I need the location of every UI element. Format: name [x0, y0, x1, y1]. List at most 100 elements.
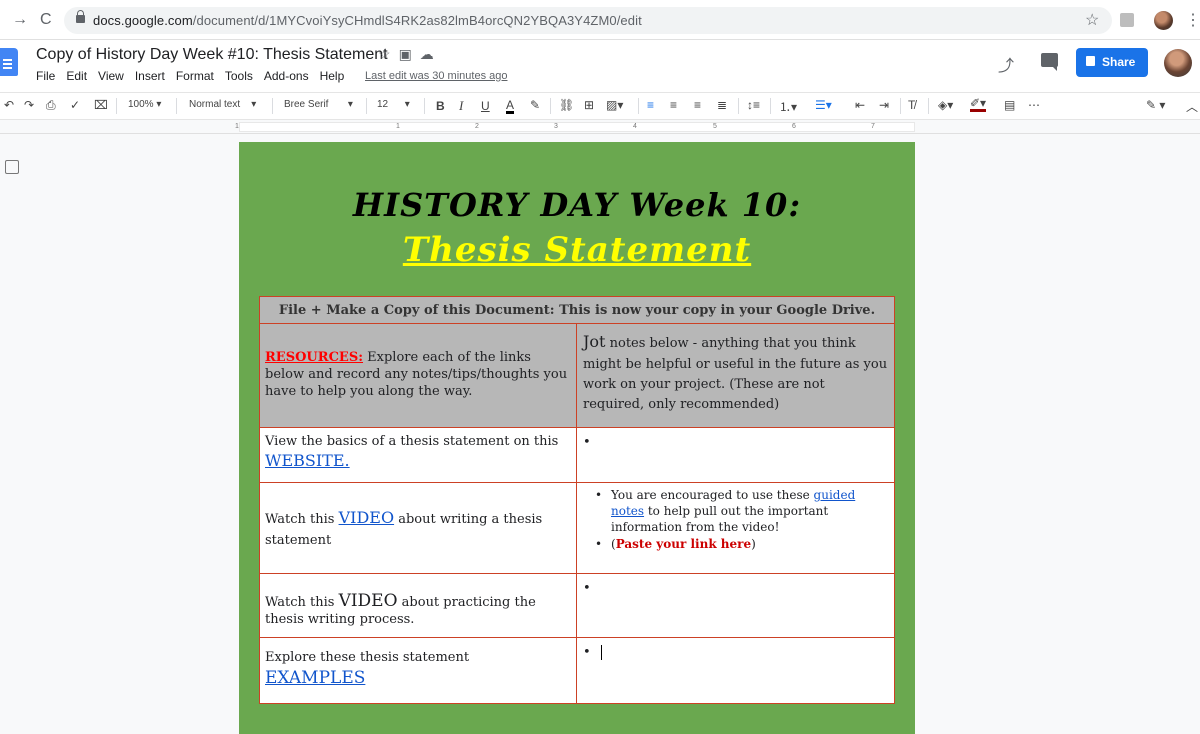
clear-formatting-icon[interactable]: T̸ — [908, 98, 915, 112]
redo-icon[interactable]: ↷ — [24, 98, 34, 112]
notes-cell[interactable]: • — [576, 637, 895, 704]
ruler-number: 4 — [633, 123, 637, 130]
print-icon[interactable]: ⎙ — [46, 98, 56, 113]
line-spacing-icon[interactable]: ↕≡ — [747, 98, 760, 112]
ruler-number: 1 — [396, 123, 400, 130]
menu-view[interactable]: View — [98, 69, 124, 83]
url-field[interactable]: docs.google.com/document/d/1MYCvoiYsyCHm… — [64, 7, 1112, 34]
docs-header: Copy of History Day Week #10: Thesis Sta… — [0, 40, 1200, 92]
video-writing-link[interactable]: VIDEO — [339, 508, 395, 527]
ruler-number: 1 — [235, 123, 239, 130]
spellcheck-icon[interactable]: ✓ — [70, 98, 80, 112]
menu-insert[interactable]: Insert — [135, 69, 165, 83]
notes-cell[interactable]: • — [576, 573, 895, 638]
bullet-point: • — [583, 435, 591, 450]
document-page[interactable]: HISTORY DAY Week 10: Thesis Statement Fi… — [239, 142, 915, 734]
paste-link-text: Paste your link here — [615, 536, 752, 551]
comment-history-icon[interactable] — [1041, 53, 1058, 71]
zoom-select[interactable]: 100% ▾ — [128, 99, 161, 110]
video-writing-cell[interactable]: Watch this VIDEO about writing a thesis … — [259, 482, 577, 574]
horizontal-ruler[interactable]: 1 1 2 3 4 5 6 7 — [0, 120, 1200, 134]
list-item: (Paste your link here) — [595, 536, 888, 552]
move-folder-icon[interactable]: ▣ — [399, 46, 420, 62]
align-justify-icon[interactable]: ≣ — [717, 98, 727, 112]
text-color-button[interactable]: A — [506, 99, 515, 114]
font-value: Bree Serif — [284, 99, 329, 110]
zoom-value: 100% — [128, 99, 154, 110]
last-edit-link[interactable]: Last edit was 30 minutes ago — [365, 70, 507, 82]
docs-logo-icon[interactable] — [0, 48, 18, 76]
video-practice-cell[interactable]: Watch this VIDEO about practicing the th… — [259, 573, 577, 638]
decrease-indent-icon[interactable]: ⇤ — [855, 98, 865, 112]
account-avatar[interactable] — [1164, 49, 1192, 77]
editing-mode-icon[interactable]: ✎ ▾ — [1146, 98, 1165, 112]
notes-cell[interactable]: • — [576, 427, 895, 483]
browser-profile-avatar[interactable] — [1154, 11, 1173, 30]
examples-link[interactable]: EXAMPLES — [265, 668, 365, 688]
underline-button[interactable]: U — [481, 99, 490, 113]
browser-menu-icon[interactable]: ⋮ — [1185, 10, 1200, 30]
border-width-icon[interactable]: ▤ — [1004, 98, 1015, 112]
insert-comment-icon[interactable]: ⊞ — [584, 98, 594, 112]
bulleted-list-icon[interactable]: ☰▾ — [815, 98, 832, 112]
table-row: Explore these thesis statement EXAMPLES … — [259, 637, 895, 704]
insert-image-icon[interactable]: ▨▾ — [606, 98, 623, 112]
menu-format[interactable]: Format — [176, 69, 214, 83]
reload-icon[interactable]: C — [40, 11, 52, 29]
text-cursor — [600, 645, 603, 660]
jot-text: notes below - anything that you think mi… — [583, 336, 888, 413]
style-select[interactable]: Normal text ▾ — [189, 99, 256, 110]
ruler-number: 3 — [554, 123, 558, 130]
video-practice-link[interactable]: VIDEO — [339, 591, 398, 611]
insert-link-icon[interactable]: ⛓ — [559, 98, 574, 112]
activity-trend-icon[interactable]: ⤴ — [998, 52, 1014, 76]
menu-help[interactable]: Help — [320, 69, 345, 83]
table-header-cell[interactable]: File + Make a Copy of this Document: Thi… — [259, 296, 895, 324]
border-color-icon[interactable]: ✐▾ — [970, 97, 987, 112]
extension-icon[interactable] — [1120, 13, 1134, 27]
menu-addons[interactable]: Add-ons — [264, 69, 309, 83]
font-select[interactable]: Bree Serif ▾ — [284, 99, 353, 110]
paint-format-icon[interactable]: ⌧ — [94, 98, 108, 112]
heading-title: HISTORY DAY Week 10: — [352, 186, 802, 224]
align-right-icon[interactable]: ≡ — [694, 98, 701, 112]
url-host: docs.google.com — [93, 13, 193, 28]
notes-cell[interactable]: You are encouraged to use these guided n… — [576, 482, 895, 574]
resources-table: File + Make a Copy of this Document: Thi… — [259, 296, 895, 704]
website-cell[interactable]: View the basics of a thesis statement on… — [259, 427, 577, 483]
menu-file[interactable]: File — [36, 69, 55, 83]
align-center-icon[interactable]: ≡ — [670, 98, 677, 112]
collapse-menus-icon[interactable]: ︿ — [1186, 98, 1198, 115]
website-text: View the basics of a thesis statement on… — [265, 434, 559, 449]
examples-text: Explore these thesis statement — [265, 650, 470, 665]
border-dash-icon[interactable]: ⋯ — [1028, 98, 1040, 112]
highlight-icon[interactable]: ✎ — [530, 98, 540, 112]
website-link[interactable]: WEBSITE. — [265, 451, 350, 470]
browser-address-bar: → C docs.google.com/document/d/1MYCvoiYs… — [0, 0, 1200, 40]
italic-button[interactable]: I — [459, 98, 463, 114]
formatting-toolbar: ↶ ↷ ⎙ ✓ ⌧ 100% ▾ Normal text ▾ Bree Seri… — [0, 92, 1200, 120]
document-outline-icon[interactable] — [5, 160, 19, 174]
cloud-status-icon[interactable]: ☁ — [420, 46, 442, 62]
fill-color-icon[interactable]: ◈▾ — [938, 98, 953, 112]
bold-button[interactable]: B — [436, 99, 445, 113]
share-button[interactable]: Share — [1076, 48, 1148, 77]
examples-cell[interactable]: Explore these thesis statement EXAMPLES — [259, 637, 577, 704]
ruler-number: 6 — [792, 123, 796, 130]
numbered-list-icon[interactable]: ⒈▾ — [779, 98, 797, 115]
resources-cell[interactable]: RESOURCES: Explore each of the links bel… — [259, 323, 577, 428]
font-size-value: 12 — [377, 99, 389, 110]
menu-edit[interactable]: Edit — [66, 69, 87, 83]
increase-indent-icon[interactable]: ⇥ — [879, 98, 889, 112]
font-size-select[interactable]: 12 ▾ — [377, 99, 410, 110]
document-title[interactable]: Copy of History Day Week #10: Thesis Sta… — [36, 46, 388, 64]
jot-word: Jot — [583, 332, 606, 351]
menu-tools[interactable]: Tools — [225, 69, 253, 83]
jot-notes-cell[interactable]: Jot notes below - anything that you thin… — [576, 323, 895, 428]
forward-icon[interactable]: → — [12, 11, 28, 29]
ruler-number: 2 — [475, 123, 479, 130]
align-left-icon[interactable]: ≡ — [647, 98, 654, 112]
undo-icon[interactable]: ↶ — [4, 98, 14, 112]
star-icon[interactable]: ☆ — [378, 46, 399, 62]
bookmark-star-icon[interactable]: ☆ — [1085, 10, 1099, 30]
